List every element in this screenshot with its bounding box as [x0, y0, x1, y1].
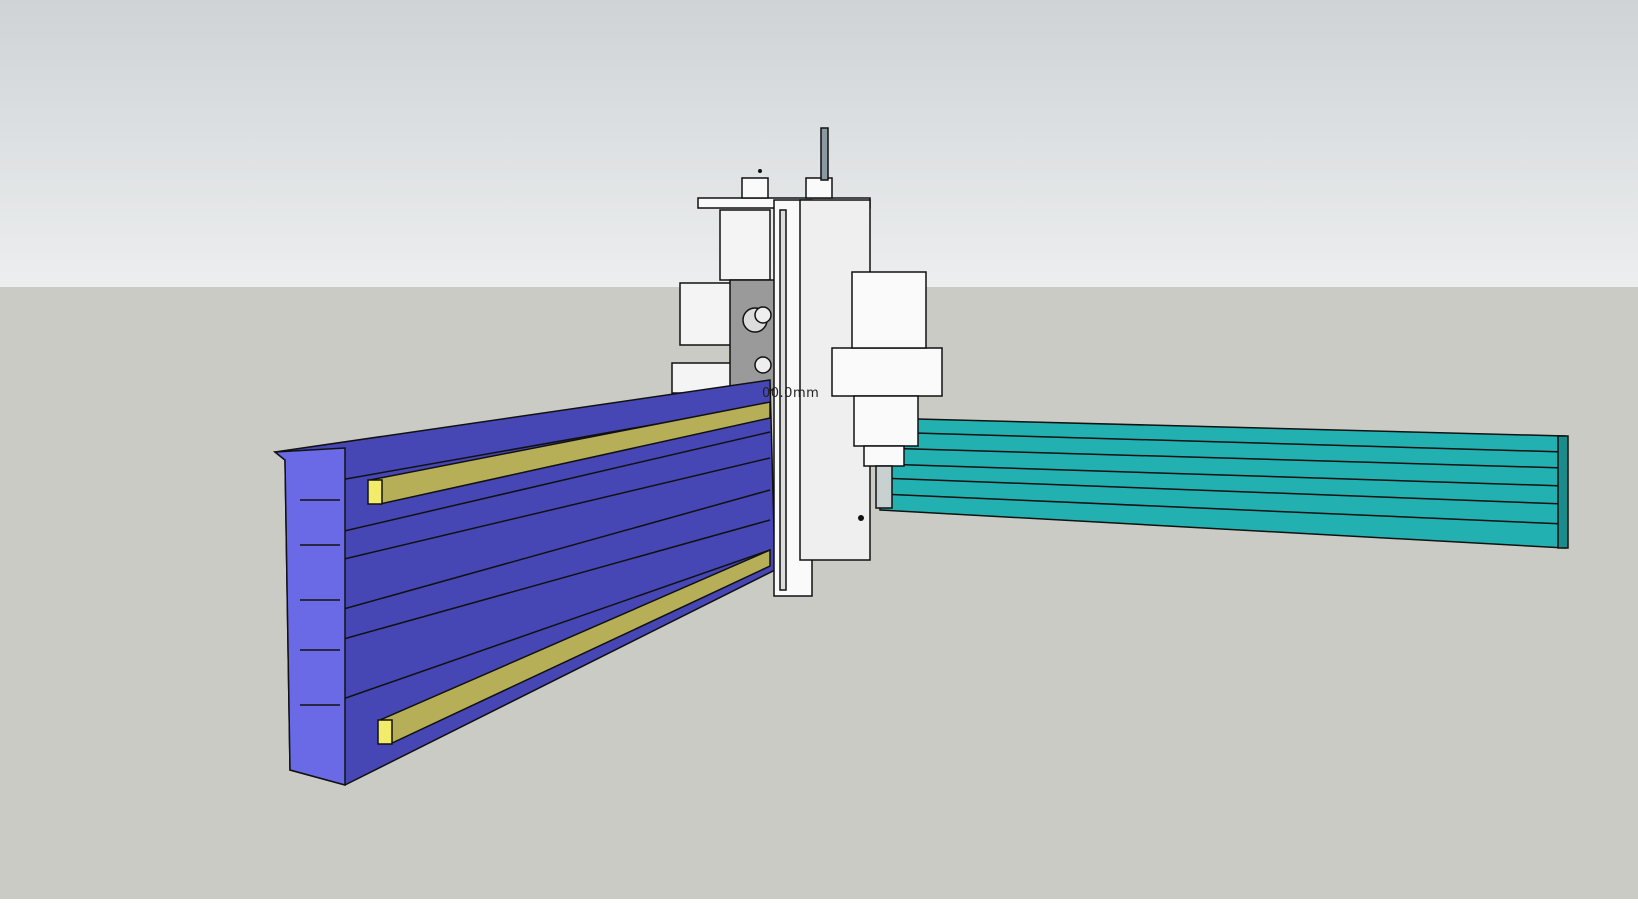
dimension-label: 00.0mm [762, 386, 820, 401]
model-scene[interactable] [0, 0, 1638, 899]
3d-viewport[interactable]: 00.0mm [0, 0, 1638, 899]
